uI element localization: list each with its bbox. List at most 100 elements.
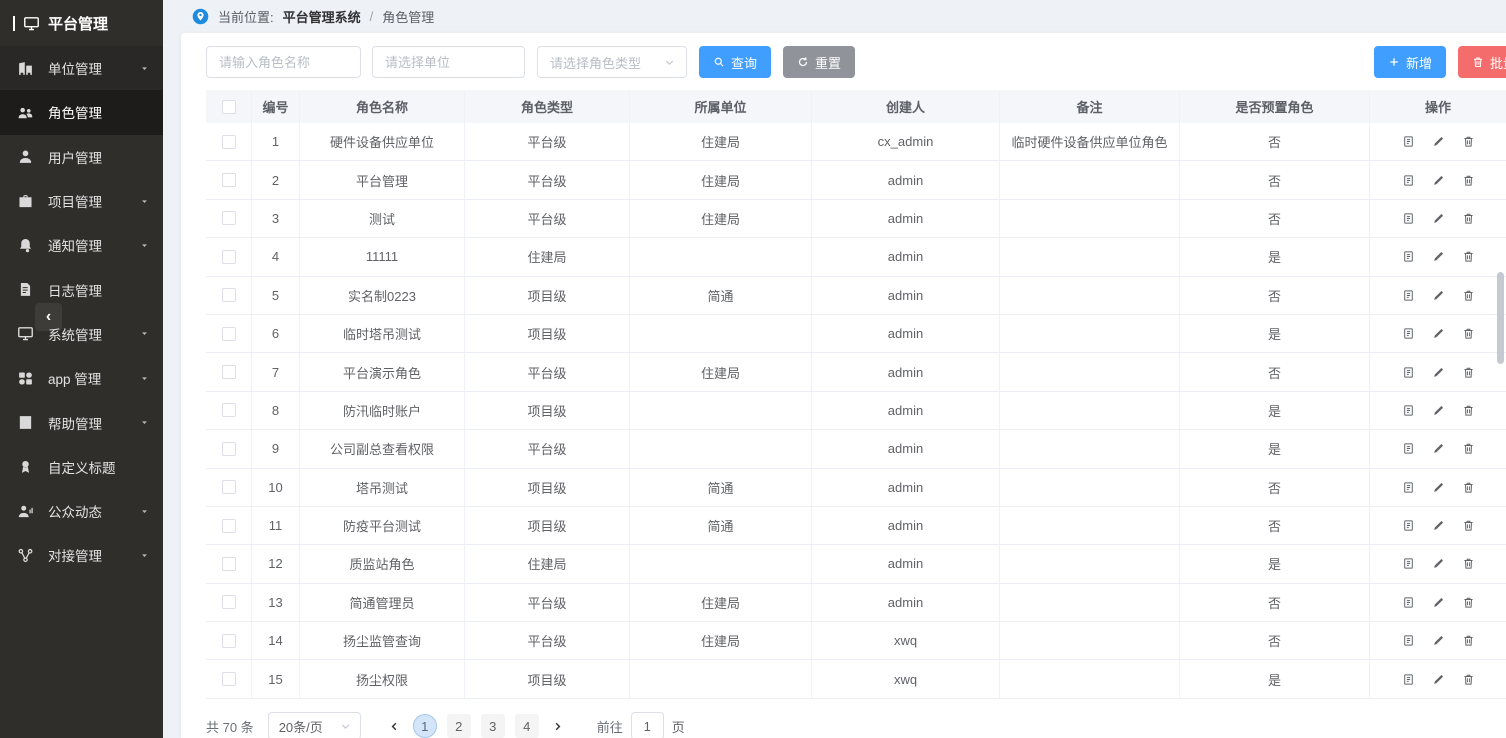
row-checkbox[interactable] [222, 480, 236, 494]
view-button[interactable] [1402, 634, 1415, 647]
sidebar-item-user-management[interactable]: 用户管理 [0, 135, 163, 179]
row-checkbox[interactable] [222, 250, 236, 264]
cell-type: 项目级 [465, 469, 630, 506]
view-button[interactable] [1402, 673, 1415, 686]
row-checkbox[interactable] [222, 173, 236, 187]
view-button[interactable] [1402, 519, 1415, 532]
edit-button[interactable] [1432, 366, 1445, 379]
edit-button[interactable] [1432, 557, 1445, 570]
scrollbar-thumb[interactable] [1497, 272, 1504, 364]
edit-button[interactable] [1432, 673, 1445, 686]
goto-page-input[interactable] [631, 712, 664, 738]
cell-remark [1000, 584, 1180, 621]
cell-unit [630, 315, 812, 352]
view-button[interactable] [1402, 596, 1415, 609]
sidebar-item-app-management[interactable]: app 管理 [0, 356, 163, 400]
sidebar-item-log-management[interactable]: 日志管理 [0, 267, 163, 311]
row-checkbox[interactable] [222, 288, 236, 302]
edit-button[interactable] [1432, 519, 1445, 532]
view-button[interactable] [1402, 404, 1415, 417]
row-checkbox[interactable] [222, 557, 236, 571]
table-row: 6临时塔吊测试项目级admin是 [206, 315, 1506, 353]
view-button[interactable] [1402, 289, 1415, 302]
edit-button[interactable] [1432, 135, 1445, 148]
edit-button[interactable] [1432, 442, 1445, 455]
row-checkbox[interactable] [222, 519, 236, 533]
page-size-select[interactable]: 20条/页 [268, 712, 361, 738]
edit-button[interactable] [1432, 212, 1445, 225]
delete-button[interactable] [1462, 289, 1475, 302]
role-name-input[interactable] [206, 46, 361, 78]
view-button[interactable] [1402, 481, 1415, 494]
cell-unit: 住建局 [630, 200, 812, 237]
delete-button[interactable] [1462, 557, 1475, 570]
edit-button[interactable] [1432, 481, 1445, 494]
row-checkbox[interactable] [222, 634, 236, 648]
edit-button[interactable] [1432, 174, 1445, 187]
view-button[interactable] [1402, 557, 1415, 570]
page-button-4[interactable]: 4 [515, 714, 539, 738]
page-button-1[interactable]: 1 [413, 714, 437, 738]
role-type-select[interactable]: 请选择角色类型 [537, 46, 687, 78]
row-checkbox[interactable] [222, 442, 236, 456]
row-checkbox[interactable] [222, 672, 236, 686]
row-checkbox[interactable] [222, 365, 236, 379]
delete-button[interactable] [1462, 135, 1475, 148]
delete-button[interactable] [1462, 442, 1475, 455]
reset-button[interactable]: 重置 [783, 46, 855, 78]
delete-button[interactable] [1462, 327, 1475, 340]
sidebar-item-project-management[interactable]: 项目管理 [0, 179, 163, 223]
row-checkbox[interactable] [222, 135, 236, 149]
sidebar-item-custom-title[interactable]: 自定义标题 [0, 445, 163, 489]
edit-button[interactable] [1432, 634, 1445, 647]
breadcrumb-root[interactable]: 平台管理系统 [283, 7, 361, 26]
view-button[interactable] [1402, 442, 1415, 455]
row-checkbox[interactable] [222, 403, 236, 417]
view-button[interactable] [1402, 366, 1415, 379]
edit-button[interactable] [1432, 250, 1445, 263]
sidebar-collapse-button[interactable]: ‹ [35, 303, 62, 331]
sidebar-item-notice-management[interactable]: 通知管理 [0, 223, 163, 267]
cell-creator: admin [812, 161, 1000, 198]
edit-button[interactable] [1432, 404, 1445, 417]
unit-select-input[interactable] [372, 46, 525, 78]
view-button[interactable] [1402, 174, 1415, 187]
sidebar-item-help-management[interactable]: 帮助管理 [0, 400, 163, 444]
edit-button[interactable] [1432, 289, 1445, 302]
delete-button[interactable] [1462, 519, 1475, 532]
row-checkbox[interactable] [222, 595, 236, 609]
row-checkbox[interactable] [222, 327, 236, 341]
page-button-2[interactable]: 2 [447, 714, 471, 738]
delete-button[interactable] [1462, 366, 1475, 379]
delete-button[interactable] [1462, 481, 1475, 494]
next-page-button[interactable] [551, 720, 564, 733]
row-checkbox[interactable] [222, 211, 236, 225]
batch-delete-button[interactable]: 批量删除 [1458, 46, 1506, 78]
delete-button[interactable] [1462, 673, 1475, 686]
sidebar-item-public-activity[interactable]: 公众动态 [0, 489, 163, 533]
delete-button[interactable] [1462, 250, 1475, 263]
sidebar-item-unit-management[interactable]: 单位管理 [0, 46, 163, 90]
delete-button[interactable] [1462, 404, 1475, 417]
delete-button[interactable] [1462, 212, 1475, 225]
add-button[interactable]: 新增 [1374, 46, 1446, 78]
view-button[interactable] [1402, 212, 1415, 225]
select-all-checkbox[interactable] [222, 100, 236, 114]
delete-button[interactable] [1462, 634, 1475, 647]
sidebar-item-integration-management[interactable]: 对接管理 [0, 533, 163, 577]
column-header: 所属单位 [630, 90, 812, 123]
delete-button[interactable] [1462, 174, 1475, 187]
sidebar-item-system-management[interactable]: 系统管理 [0, 312, 163, 356]
page-button-3[interactable]: 3 [481, 714, 505, 738]
edit-button[interactable] [1432, 596, 1445, 609]
prev-page-button[interactable] [388, 720, 401, 733]
view-button[interactable] [1402, 135, 1415, 148]
cell-type: 平台级 [465, 161, 630, 198]
view-button[interactable] [1402, 327, 1415, 340]
help-icon [17, 414, 35, 431]
sidebar-item-role-management[interactable]: 角色管理 [0, 90, 163, 134]
delete-button[interactable] [1462, 596, 1475, 609]
view-button[interactable] [1402, 250, 1415, 263]
edit-button[interactable] [1432, 327, 1445, 340]
search-button[interactable]: 查询 [699, 46, 771, 78]
